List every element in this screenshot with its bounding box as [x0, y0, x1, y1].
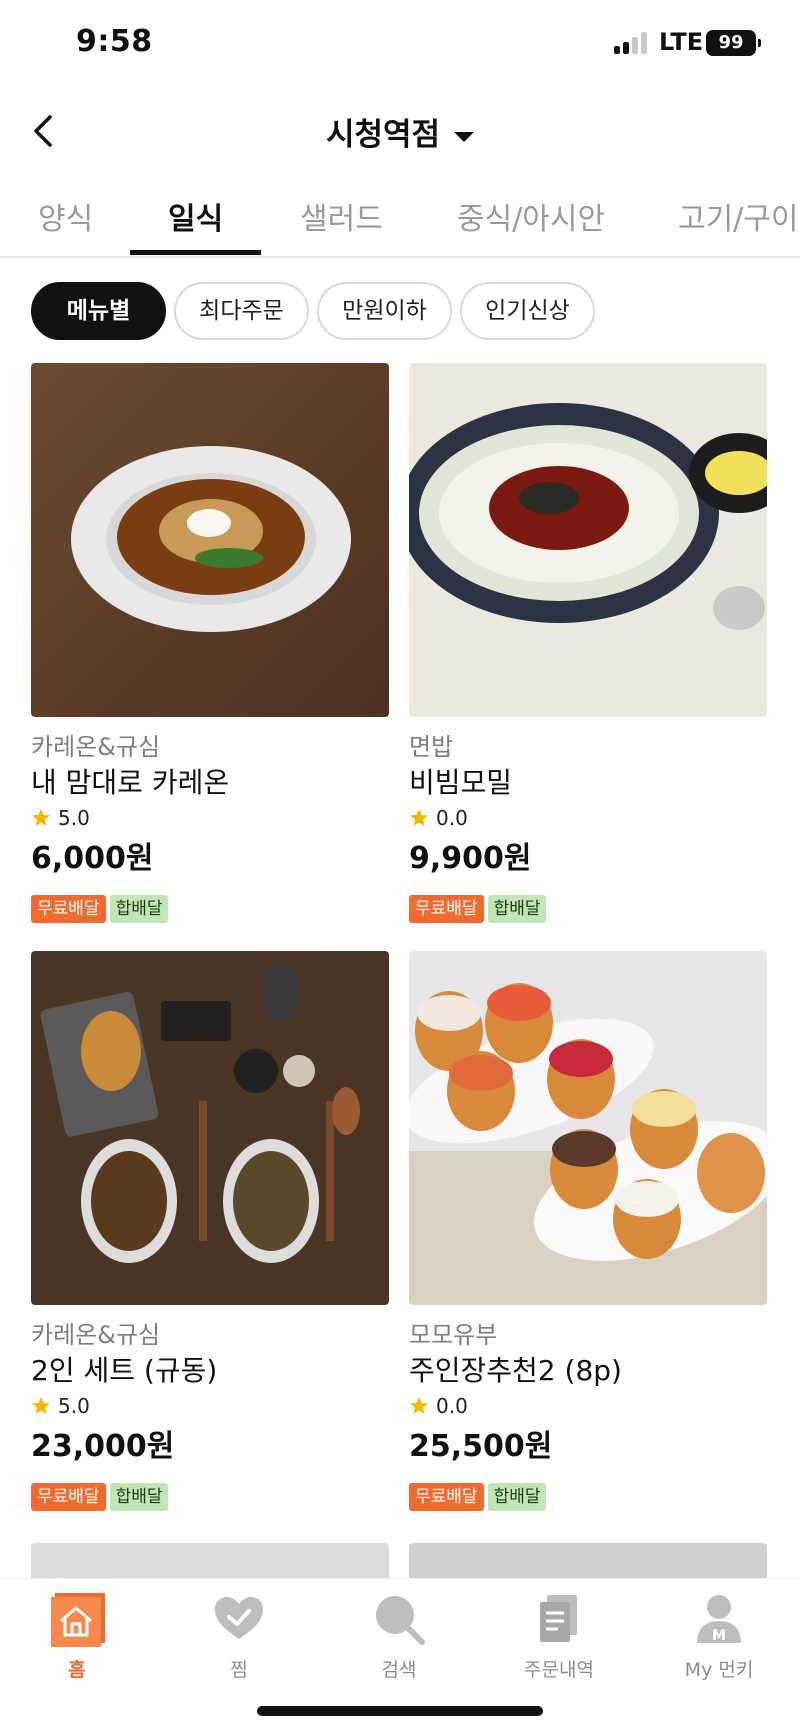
product-card[interactable]: 면밥 비빔모밀 0.0 9,900원 무료배달 합배달	[409, 363, 767, 923]
group-delivery-badge: 합배달	[487, 895, 547, 923]
product-name: 2인 세트 (규동)	[31, 1354, 218, 1387]
tab-salad[interactable]: 샐러드	[300, 194, 383, 238]
active-tab-indicator	[130, 250, 261, 255]
group-delivery-badge: 합배달	[109, 1483, 169, 1511]
group-delivery-badge: 합배달	[109, 895, 169, 923]
store-selector[interactable]: 시청역점	[0, 109, 800, 154]
rating-value: 0.0	[436, 1394, 468, 1418]
product-name: 내 맘대로 카레온	[31, 766, 230, 799]
product-rating: 5.0	[31, 801, 389, 835]
network-type: LTE	[659, 28, 704, 56]
product-price: 25,500원	[409, 1429, 553, 1464]
home-indicator	[257, 1706, 543, 1716]
rating-value: 5.0	[58, 1394, 90, 1418]
nav-home-label: 홈	[68, 1659, 86, 1681]
free-delivery-badge: 무료배달	[31, 895, 106, 923]
free-delivery-badge: 무료배달	[31, 1483, 106, 1511]
store-name: 시청역점	[325, 117, 441, 153]
nav-wishlist[interactable]: 찜	[179, 1591, 299, 1682]
product-card[interactable]: 모모유부 주인장추천2 (8p) 0.0 25,500원 무료배달 합배달	[409, 951, 767, 1511]
tab-meat-grill[interactable]: 고기/구이	[678, 194, 799, 238]
search-icon	[376, 1596, 425, 1645]
product-image-bibim-soba	[409, 363, 767, 717]
product-price: 9,900원	[409, 841, 532, 876]
order-history-icon	[540, 1595, 577, 1642]
profile-icon: M	[697, 1595, 741, 1644]
status-time: 9:58	[76, 24, 153, 59]
product-card[interactable]: 카레온&규심 내 맘대로 카레온 5.0 6,000원 무료배달 합배달	[31, 363, 389, 923]
product-brand: 면밥	[409, 733, 454, 761]
nav-wishlist-label: 찜	[230, 1659, 248, 1681]
home-icon	[51, 1593, 105, 1647]
product-name: 비빔모밀	[409, 766, 513, 799]
star-icon	[410, 809, 428, 826]
product-image-partial	[31, 1543, 389, 1583]
product-price: 6,000원	[31, 841, 154, 876]
category-tabs: 양식 일식 샐러드 중식/아시안 고기/구이	[0, 188, 800, 258]
product-image-gyudon-set	[31, 951, 389, 1305]
tab-japanese[interactable]: 일식	[168, 194, 223, 238]
nav-order-history[interactable]: 주문내역	[499, 1591, 619, 1682]
caret-down-icon	[454, 131, 475, 142]
product-name: 주인장추천2 (8p)	[409, 1354, 622, 1387]
product-image-curry	[31, 363, 389, 717]
star-icon	[410, 1397, 428, 1414]
status-bar: 9:58 LTE 99	[0, 0, 800, 90]
rating-value: 0.0	[436, 806, 468, 830]
nav-my-page[interactable]: M My 먼키	[659, 1591, 779, 1682]
product-brand: 카레온&규심	[31, 1321, 161, 1349]
signal-icon	[614, 32, 650, 54]
filter-most-ordered[interactable]: 최다주문	[174, 282, 309, 340]
heart-icon	[215, 1597, 263, 1639]
group-delivery-badge: 합배달	[487, 1483, 547, 1511]
battery-icon: 99	[706, 30, 761, 56]
rating-value: 5.0	[58, 806, 90, 830]
product-rating: 0.0	[409, 1389, 767, 1423]
tab-western[interactable]: 양식	[38, 194, 93, 238]
product-image-partial	[409, 1543, 767, 1583]
svg-text:M: M	[712, 1628, 726, 1644]
product-brand: 모모유부	[409, 1321, 498, 1349]
nav-search[interactable]: 검색	[339, 1591, 459, 1682]
header: 시청역점	[0, 95, 800, 165]
product-brand: 카레온&규심	[31, 733, 161, 761]
filter-under-10000[interactable]: 만원이하	[317, 282, 452, 340]
product-price: 23,000원	[31, 1429, 175, 1464]
product-card[interactable]: 카레온&규심 2인 세트 (규동) 5.0 23,000원 무료배달 합배달	[31, 951, 389, 1511]
star-icon	[32, 809, 50, 826]
nav-my-page-label: My 먼키	[684, 1659, 754, 1681]
nav-order-history-label: 주문내역	[524, 1659, 594, 1681]
filter-by-menu[interactable]: 메뉴별	[31, 282, 166, 340]
tab-chinese-asian[interactable]: 중식/아시안	[457, 194, 605, 238]
filter-popular-new[interactable]: 인기신상	[460, 282, 595, 340]
free-delivery-badge: 무료배달	[409, 1483, 484, 1511]
product-rating: 5.0	[31, 1389, 389, 1423]
free-delivery-badge: 무료배달	[409, 895, 484, 923]
nav-home[interactable]: 홈	[17, 1591, 137, 1682]
product-image-inari-set	[409, 951, 767, 1305]
nav-search-label: 검색	[381, 1659, 417, 1681]
star-icon	[32, 1397, 50, 1414]
product-rating: 0.0	[409, 801, 767, 835]
